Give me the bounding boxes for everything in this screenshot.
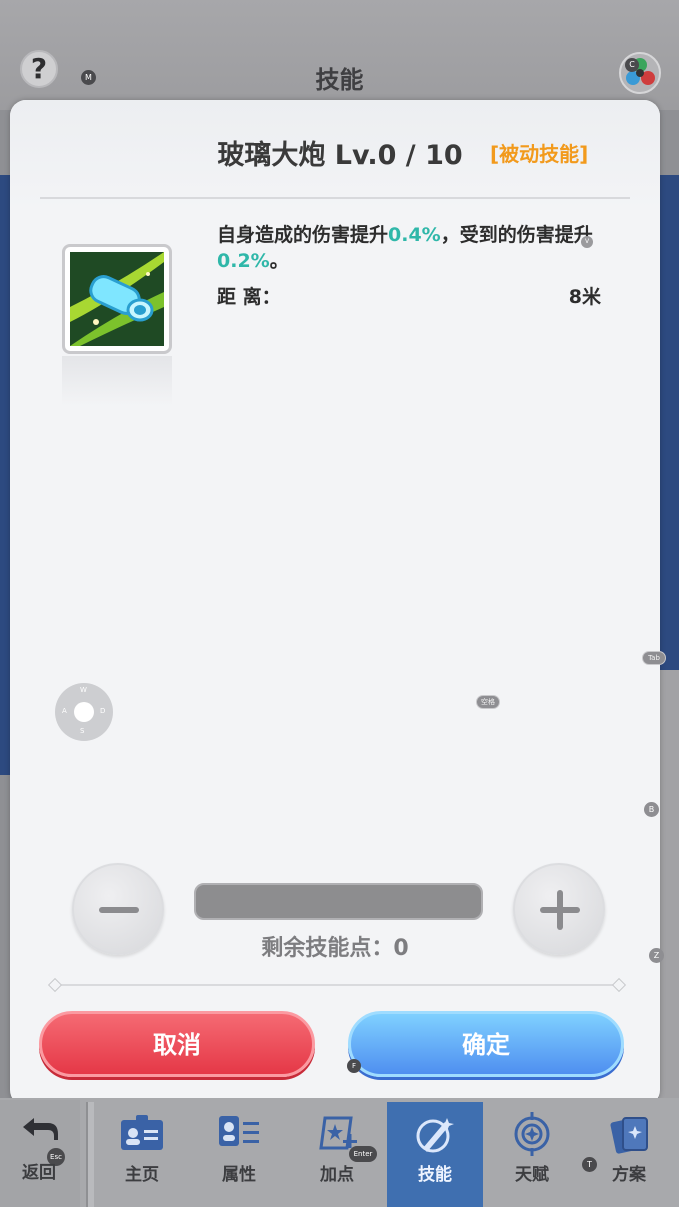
range-value: 8米 bbox=[568, 286, 601, 308]
nav-tab-talent[interactable]: 天赋 bbox=[484, 1102, 580, 1207]
range-label: 距 离： bbox=[217, 286, 281, 308]
skill-name-level: 玻璃大炮 Lv.0 / 10 bbox=[217, 140, 463, 171]
space-key-badge: 空格 bbox=[476, 695, 500, 709]
elements-icon[interactable] bbox=[617, 50, 663, 96]
element-key-badge: C bbox=[625, 58, 639, 72]
help-key-badge: M bbox=[81, 70, 96, 85]
remaining-skill-points: 剩余技能点：0 bbox=[261, 936, 409, 961]
nav-tab-attributes[interactable]: 属性 bbox=[191, 1102, 287, 1207]
skill-description: 自身造成的伤害提升0.4%，受到的伤害提升 0.2%。 bbox=[217, 222, 607, 274]
joystick-knob[interactable] bbox=[74, 702, 94, 722]
description-text: 自身造成的伤害提升 bbox=[217, 224, 389, 246]
confirm-button[interactable]: 确定 bbox=[348, 1011, 624, 1077]
skill-icon bbox=[416, 1118, 454, 1153]
nav-tab-home[interactable]: 主页 bbox=[94, 1102, 190, 1207]
nav-tab-plans[interactable]: 方案 bbox=[581, 1102, 677, 1207]
nav-tab-skill[interactable]: 技能 bbox=[387, 1102, 483, 1207]
b-key-badge: B bbox=[644, 802, 659, 817]
glass-cannon-icon bbox=[70, 252, 164, 346]
f-key-badge: F bbox=[347, 1059, 361, 1073]
back-arrow-icon bbox=[23, 1118, 58, 1140]
decrease-level-button[interactable] bbox=[72, 863, 164, 955]
nav-label-add-points: 加点 bbox=[320, 1165, 354, 1185]
nav-label-attributes: 属性 bbox=[222, 1165, 256, 1185]
joystick-a: A bbox=[62, 707, 67, 715]
virtual-joystick[interactable]: W A D S bbox=[55, 683, 113, 741]
joystick-w: W bbox=[80, 686, 87, 694]
page-title: 技能 bbox=[315, 66, 364, 94]
skill-level-bar bbox=[194, 883, 483, 920]
v-key-badge: V bbox=[581, 236, 593, 248]
nav-label-skill: 技能 bbox=[418, 1165, 452, 1185]
nav-label-home: 主页 bbox=[125, 1165, 159, 1185]
back-label: 返回 bbox=[22, 1163, 56, 1183]
help-button[interactable]: ? bbox=[20, 50, 58, 88]
joystick-s: S bbox=[80, 727, 85, 735]
footer-divider bbox=[52, 984, 622, 986]
back-button[interactable]: Esc 返回 bbox=[0, 1100, 80, 1207]
nav-label-plans: 方案 bbox=[612, 1165, 646, 1185]
profile-card-icon bbox=[121, 1115, 163, 1150]
skill-detail-modal: 玻璃大炮 Lv.0 / 10 [被动技能] 自身造成的伤害提升0.4%，受到的伤… bbox=[10, 100, 660, 1106]
description-text: 。 bbox=[269, 250, 289, 272]
cancel-button[interactable]: 取消 bbox=[39, 1011, 315, 1077]
cards-icon bbox=[610, 1117, 648, 1154]
header-divider bbox=[40, 197, 630, 199]
damage-taken-value: 0.2% bbox=[217, 250, 270, 272]
talent-icon bbox=[514, 1112, 550, 1156]
skill-type-label: [被动技能] bbox=[490, 142, 589, 166]
skill-icon-reflection bbox=[62, 356, 172, 406]
attributes-icon bbox=[219, 1116, 259, 1146]
joystick-d: D bbox=[100, 707, 106, 715]
background-panel-right-lower bbox=[659, 670, 679, 1110]
skill-icon-frame bbox=[62, 244, 172, 354]
tab-key-badge: Tab bbox=[642, 651, 666, 665]
minus-icon bbox=[99, 907, 139, 913]
description-text: ，受到的伤害提升 bbox=[440, 224, 593, 246]
enter-key-badge: Enter bbox=[349, 1146, 377, 1162]
nav-tab-add-points[interactable]: 加点 Enter bbox=[289, 1102, 385, 1207]
nav-label-talent: 天赋 bbox=[515, 1165, 549, 1185]
nav-separator bbox=[86, 1102, 94, 1207]
z-key-badge: Z bbox=[649, 948, 664, 963]
damage-dealt-value: 0.4% bbox=[388, 224, 441, 246]
increase-level-button[interactable] bbox=[513, 863, 605, 955]
